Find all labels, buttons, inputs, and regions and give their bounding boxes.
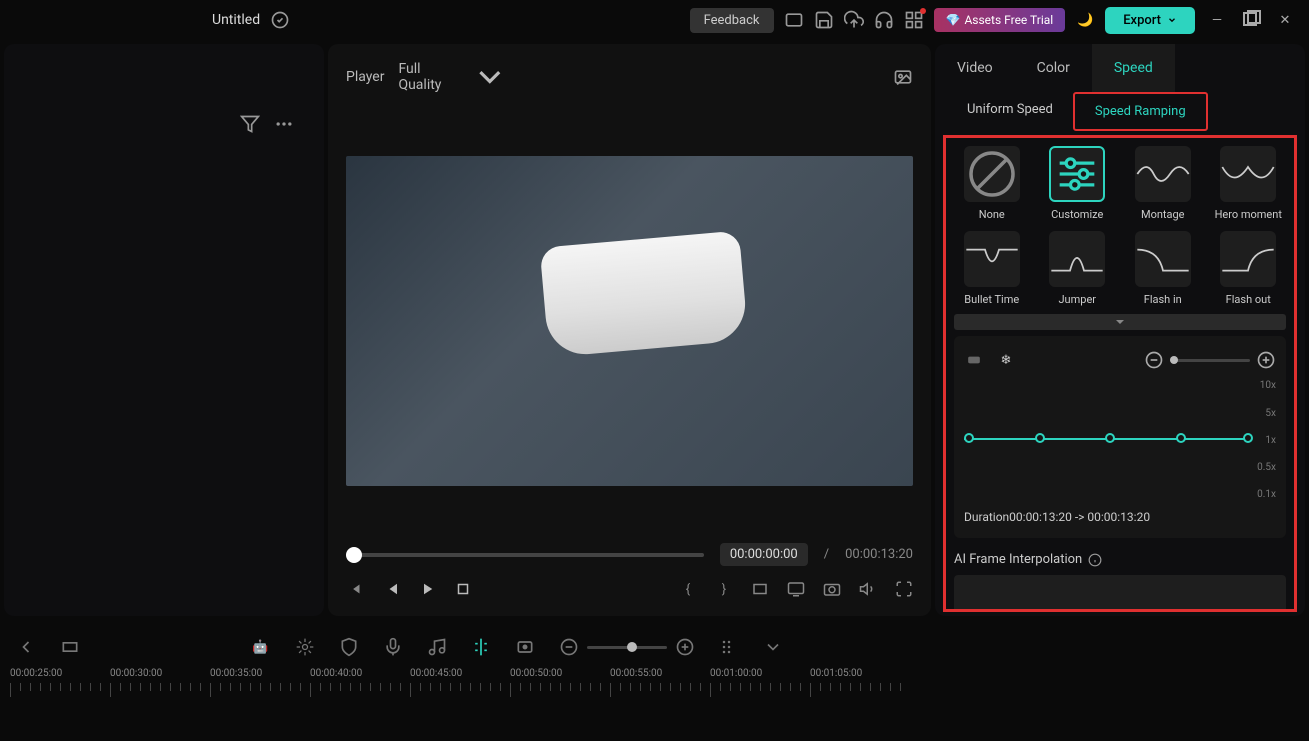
quality-select[interactable]: Full Quality: [398, 58, 509, 96]
chevron-down-icon[interactable]: [763, 637, 783, 657]
mic-icon[interactable]: [383, 637, 403, 657]
cloud-upload-icon[interactable]: [844, 10, 864, 30]
zoom-in-ramp-icon[interactable]: [1256, 350, 1276, 370]
ramp-duration-label: Duration00:00:13:20 -> 00:00:13:20: [964, 510, 1276, 524]
expand-presets-button[interactable]: [954, 314, 1286, 330]
current-time: 00:00:00:00: [720, 543, 808, 566]
info-icon[interactable]: [1088, 553, 1102, 567]
arrow-left-icon[interactable]: [16, 637, 36, 657]
zoom-out-timeline-icon[interactable]: [559, 637, 579, 657]
player-panel: Player Full Quality 00:00:00:00 / 00:00:…: [328, 44, 931, 616]
tab-speed[interactable]: Speed: [1092, 44, 1175, 92]
tab-video[interactable]: Video: [935, 44, 1015, 92]
tab-color[interactable]: Color: [1015, 44, 1092, 92]
more-icon[interactable]: [274, 114, 294, 134]
save-icon[interactable]: [814, 10, 834, 30]
headphones-icon[interactable]: [874, 10, 894, 30]
tab-uniform-speed[interactable]: Uniform Speed: [947, 92, 1073, 131]
zoom-in-timeline-icon[interactable]: [675, 637, 695, 657]
ramp-graph[interactable]: 10x 5x 1x 0.5x 0.1x: [964, 380, 1276, 500]
volume-icon[interactable]: [859, 580, 877, 598]
timeline-panel: 🤖 00:00:25:0000:00:30:0000:00:35:0000:00…: [0, 626, 921, 741]
titlebar: Untitled Feedback 💎Assets Free Trial 🌙 E…: [0, 0, 1309, 40]
preset-none[interactable]: None: [954, 146, 1030, 221]
shield-icon[interactable]: [339, 637, 359, 657]
assets-trial-button[interactable]: 💎Assets Free Trial: [934, 8, 1066, 32]
zoom-out-ramp-icon[interactable]: [1144, 350, 1164, 370]
step-back-icon[interactable]: [382, 580, 400, 598]
brace-right-icon[interactable]: }: [715, 580, 733, 598]
scrub-slider[interactable]: [346, 553, 704, 557]
fullscreen-icon[interactable]: [784, 10, 804, 30]
display-icon[interactable]: [787, 580, 805, 598]
preset-customize[interactable]: Customize: [1040, 146, 1116, 221]
tracks-icon[interactable]: [719, 637, 739, 657]
fullscreen-player-icon[interactable]: [895, 580, 913, 598]
tab-speed-ramping[interactable]: Speed Ramping: [1073, 92, 1208, 131]
ramp-editor: ❄ 10x 5x 1x 0.5x 0.1x: [954, 336, 1286, 538]
emoji-icon[interactable]: 🌙: [1075, 10, 1095, 30]
crop-icon[interactable]: [751, 580, 769, 598]
player-label: Player: [346, 69, 384, 85]
snowflake-icon[interactable]: ❄: [996, 350, 1016, 370]
preset-grid: None Customize Montage Hero moment Bulle…: [954, 146, 1286, 306]
preset-flash-in[interactable]: Flash in: [1125, 231, 1201, 306]
ramp-zoom-slider[interactable]: [1170, 359, 1250, 362]
marker-icon[interactable]: [515, 637, 535, 657]
minimize-button[interactable]: —: [1205, 8, 1229, 32]
preset-hero-moment[interactable]: Hero moment: [1211, 146, 1287, 221]
robot-icon[interactable]: 🤖: [251, 637, 271, 657]
export-button[interactable]: Export: [1105, 7, 1195, 34]
timeline-zoom-slider[interactable]: [587, 646, 667, 649]
cloud-sync-icon[interactable]: [270, 10, 290, 30]
ai-interpolation-select[interactable]: Frame Sampling: [954, 575, 1286, 612]
keyframe-remove-icon[interactable]: [964, 350, 984, 370]
preset-flash-out[interactable]: Flash out: [1211, 231, 1287, 306]
inspector-panel: Video Color Speed Uniform Speed Speed Ra…: [935, 44, 1305, 616]
camera-icon[interactable]: [823, 580, 841, 598]
notes-icon[interactable]: [427, 637, 447, 657]
maximize-button[interactable]: [1239, 8, 1263, 32]
total-time: 00:00:13:20: [845, 547, 913, 562]
stop-icon[interactable]: [454, 580, 472, 598]
project-title: Untitled: [212, 12, 260, 28]
adjust-icon[interactable]: [295, 637, 315, 657]
inspector-tabs: Video Color Speed: [935, 44, 1305, 92]
media-panel: [4, 44, 324, 616]
close-button[interactable]: ✕: [1273, 8, 1297, 32]
filter-icon[interactable]: [240, 114, 260, 134]
time-separator: /: [824, 547, 829, 562]
video-preview[interactable]: [346, 156, 913, 486]
fit-icon[interactable]: [60, 637, 80, 657]
brace-left-icon[interactable]: {: [679, 580, 697, 598]
apps-icon[interactable]: [904, 10, 924, 30]
snapshot-icon[interactable]: [893, 67, 913, 87]
speed-sub-tabs: Uniform Speed Speed Ramping: [935, 92, 1305, 131]
feedback-button[interactable]: Feedback: [690, 8, 774, 33]
magnet-icon[interactable]: [471, 637, 491, 657]
preset-montage[interactable]: Montage: [1125, 146, 1201, 221]
play-icon[interactable]: [418, 580, 436, 598]
prev-frame-icon[interactable]: [346, 580, 364, 598]
timeline-ruler[interactable]: 00:00:25:0000:00:30:0000:00:35:0000:00:4…: [0, 668, 921, 703]
ai-interpolation-label: AI Frame Interpolation: [954, 552, 1286, 567]
preset-bullet-time[interactable]: Bullet Time: [954, 231, 1030, 306]
preset-jumper[interactable]: Jumper: [1040, 231, 1116, 306]
